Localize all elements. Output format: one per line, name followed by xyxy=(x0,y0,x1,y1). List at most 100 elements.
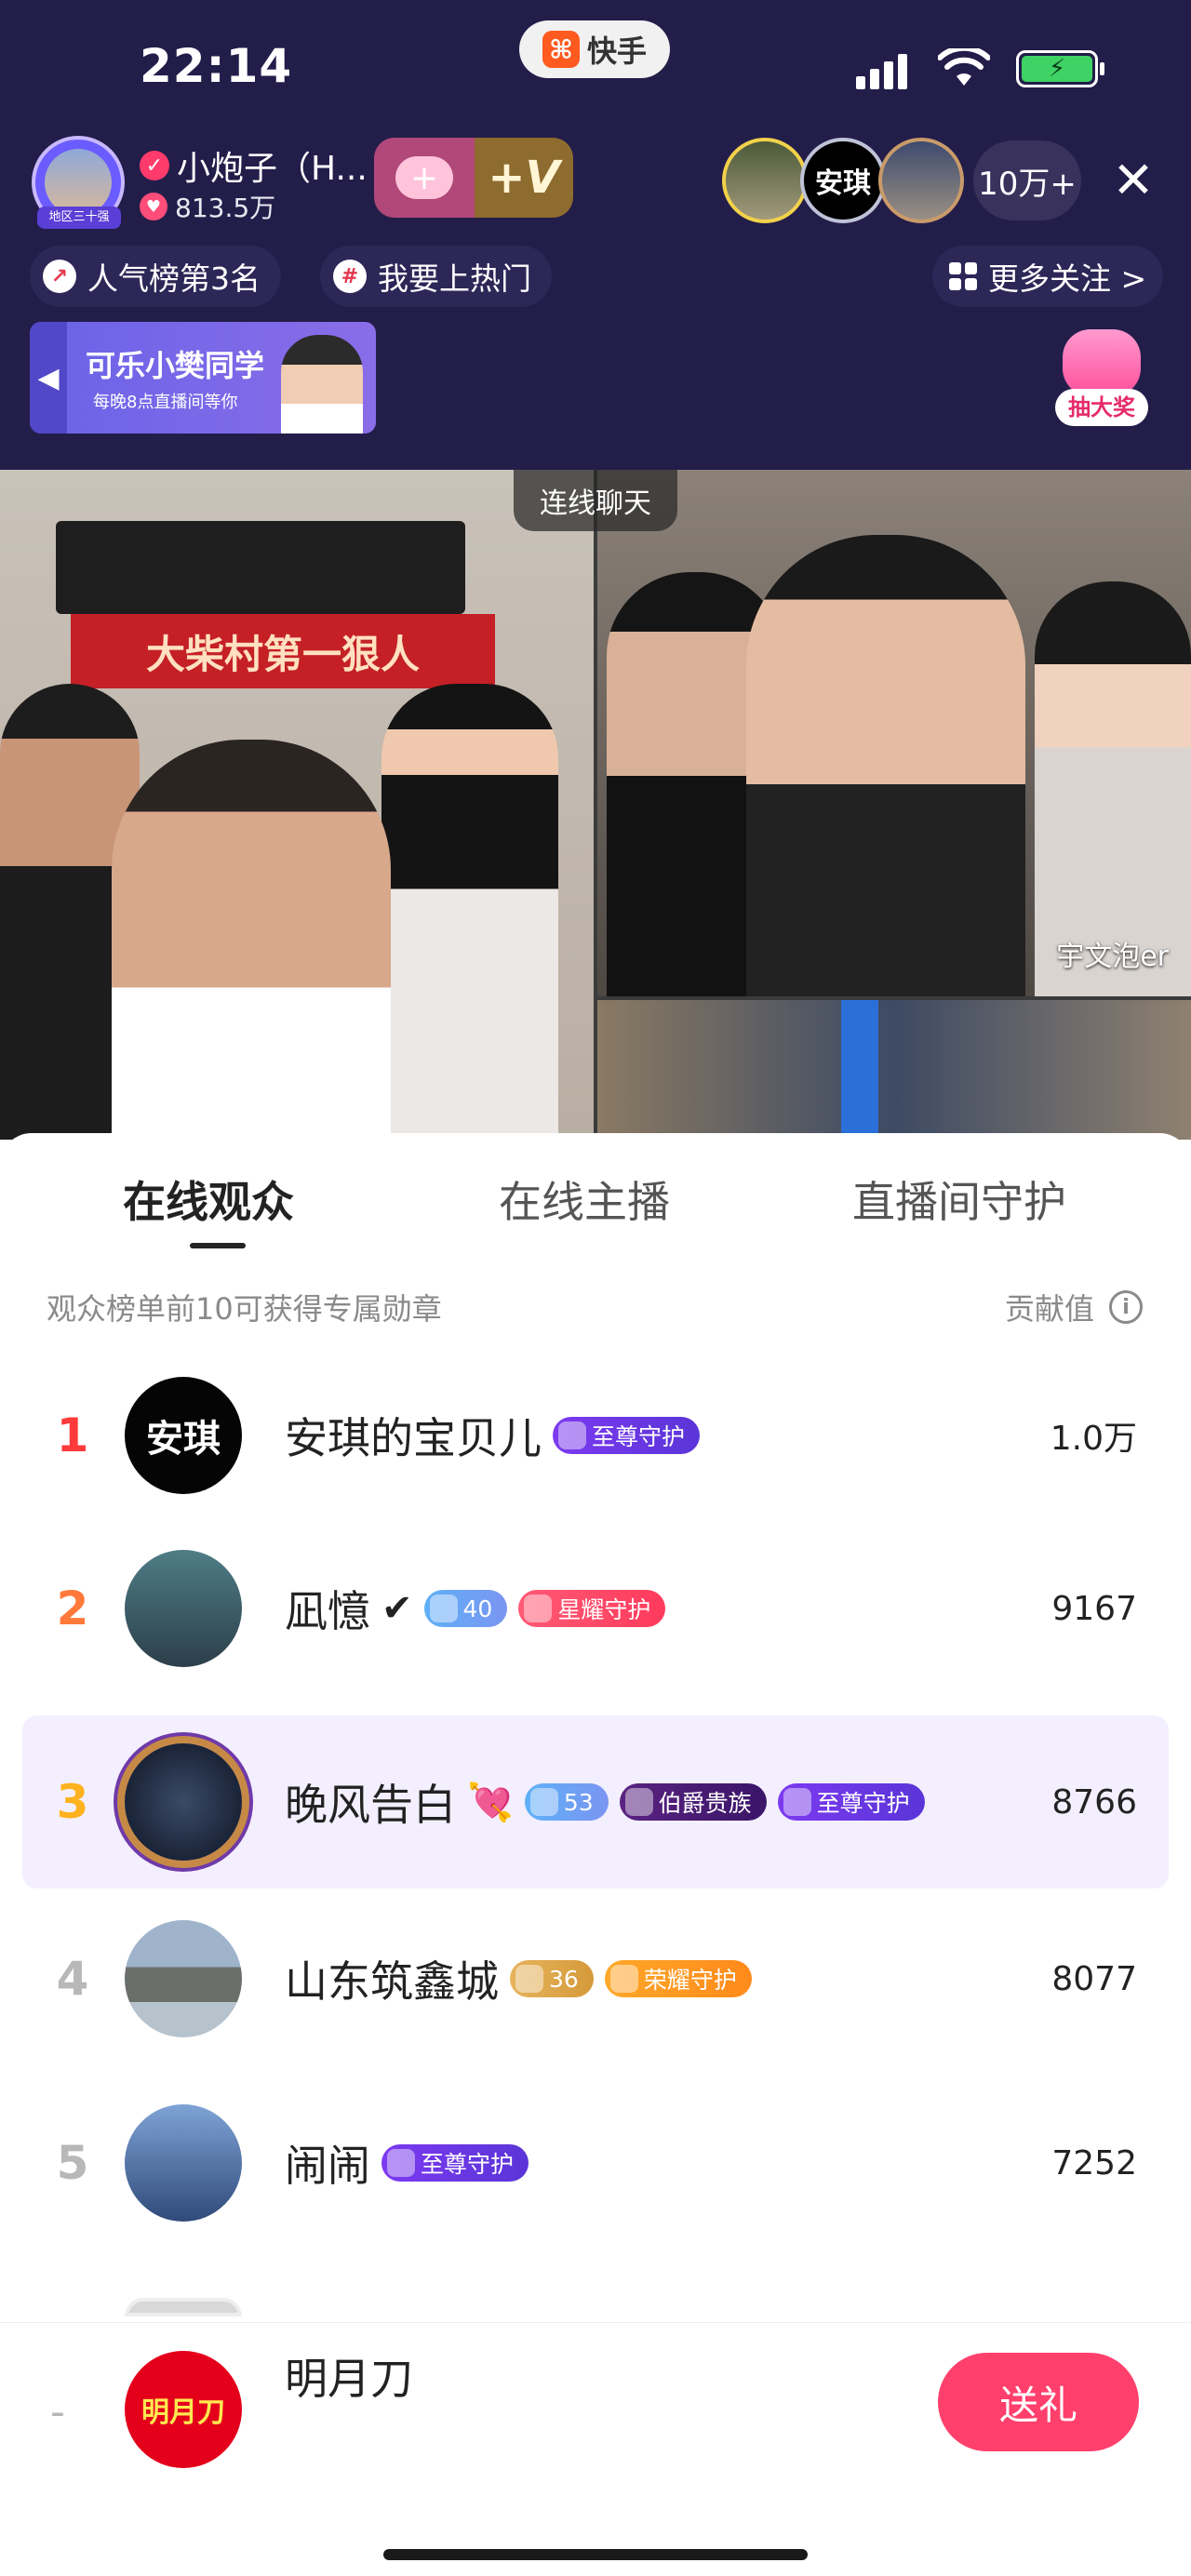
list-item[interactable]: 1 安琪 安琪的宝贝儿 至尊守护 1.0万 xyxy=(22,1349,1169,1522)
link-chat-label[interactable]: 连线聊天 xyxy=(514,470,677,531)
list-item[interactable]: 2 凪憶 ✔ 40 星耀守护 9167 xyxy=(22,1522,1169,1695)
user-name-row: 闹闹 至尊守护 xyxy=(285,2076,529,2249)
level-badge: 40 xyxy=(423,1590,508,1627)
host-rank-tag: 地区三十强 xyxy=(37,207,121,229)
my-avatar[interactable]: 明月刀 xyxy=(125,2351,242,2468)
next-avatar-peek xyxy=(125,2298,242,2316)
my-name: 明月刀 xyxy=(285,2354,413,2404)
contribution-score: 7252 xyxy=(1051,2143,1137,2182)
heart-icon: ♥ xyxy=(140,193,167,220)
viewer-avatar[interactable] xyxy=(722,138,808,223)
user-name-row: 山东筑鑫城 36 荣耀守护 xyxy=(285,1892,752,2065)
guardian-badge: 荣耀守护 xyxy=(604,1960,752,1997)
host-avatar[interactable]: 地区三十强 xyxy=(28,132,130,231)
more-follow-label: 更多关注 > xyxy=(988,260,1147,297)
banner-subtitle: 每晚8点直播间等你 xyxy=(93,393,238,412)
banner-title: 可乐小樊同学 xyxy=(86,348,265,383)
avatar[interactable] xyxy=(125,1920,242,2037)
checkmark-icon: ✔ xyxy=(381,1587,413,1630)
viewer-avatar[interactable]: 安琪 xyxy=(800,138,886,223)
popularity-chip[interactable]: ↗ 人气榜第3名 xyxy=(30,246,281,307)
lottery-button[interactable]: 抽大奖 xyxy=(1050,326,1152,428)
banner-portrait xyxy=(281,335,363,434)
tv-screen xyxy=(56,521,465,614)
top-viewers[interactable]: 安琪 10万+ xyxy=(722,138,1081,223)
host-likes-row: ♥ 813.5万 xyxy=(140,188,275,225)
chevron-left-icon[interactable]: ◀ xyxy=(30,322,67,434)
live-video[interactable]: 大柴村第一狠人 宇文泡er 连线聊天 xyxy=(0,470,1191,1140)
crown-icon xyxy=(558,1421,586,1449)
app-indicator-pill[interactable]: ⌘ 快手 xyxy=(519,20,670,78)
video-pane-guest-2[interactable] xyxy=(597,1000,1191,1140)
video-pane-guest[interactable]: 宇文泡er xyxy=(597,470,1191,996)
person xyxy=(381,684,558,1140)
contribution-score: 1.0万 xyxy=(1050,1420,1137,1458)
audience-sheet: 在线观众 在线主播 直播间守护 观众榜单前10可获得专属勋章 贡献值 i 1 安… xyxy=(0,1133,1191,2576)
hot-label: 我要上热门 xyxy=(378,260,531,297)
tab-online-audience[interactable]: 在线观众 xyxy=(123,1168,294,1230)
my-rank: - xyxy=(50,2388,65,2436)
crown-icon xyxy=(609,1965,638,1993)
popularity-label: 人气榜第3名 xyxy=(87,260,261,297)
list-item[interactable]: 5 闹闹 至尊守护 7252 xyxy=(22,2076,1169,2249)
tab-online-hosts[interactable]: 在线主播 xyxy=(499,1168,670,1230)
hashtag-icon: # xyxy=(333,260,367,293)
host-name: 小炮子（H... xyxy=(177,150,368,188)
info-icon[interactable]: i xyxy=(1109,1290,1143,1324)
user-name: 山东筑鑫城 xyxy=(285,1956,499,2007)
diamond-icon xyxy=(429,1595,458,1622)
avatar[interactable] xyxy=(125,2104,242,2222)
cube-icon xyxy=(515,1965,543,1993)
host-info[interactable]: 地区三十强 ✓ 小炮子（H... ♥ 813.5万 + +V xyxy=(28,132,586,229)
status-bar: 22:14 ⌘ 快手 ⚡ xyxy=(0,0,1191,130)
guardian-badge: 至尊守护 xyxy=(381,2144,529,2182)
contribution-score: 8077 xyxy=(1051,1959,1137,1998)
my-rank-bar: - 明月刀 明月刀 送礼 xyxy=(0,2322,1191,2576)
rank-number: 2 xyxy=(56,1582,89,1635)
heart-arrow-icon: 💘 xyxy=(467,1781,514,1824)
user-name: 闹闹 xyxy=(285,2141,370,2191)
rank-number: 3 xyxy=(56,1775,89,1829)
home-indicator[interactable] xyxy=(383,2549,808,2560)
wifi-icon xyxy=(938,48,990,86)
avatar[interactable] xyxy=(125,1550,242,1667)
viewer-count[interactable]: 10万+ xyxy=(973,140,1081,220)
crown-icon xyxy=(387,2149,415,2177)
vip-button[interactable]: +V xyxy=(475,138,573,218)
cellular-signal-icon xyxy=(856,52,912,89)
more-follow-chip[interactable]: 更多关注 > xyxy=(932,246,1164,307)
gift-box-icon xyxy=(1063,329,1141,396)
person xyxy=(746,535,1025,996)
contribution-score: 8766 xyxy=(1051,1782,1137,1822)
close-icon[interactable]: ✕ xyxy=(1107,154,1159,207)
host-likes: 813.5万 xyxy=(175,193,276,223)
tab-room-guardians[interactable]: 直播间守护 xyxy=(852,1168,1066,1230)
noble-badge: 伯爵贵族 xyxy=(619,1783,767,1821)
promo-banner[interactable]: ◀ 可乐小樊同学 每晚8点直播间等你 xyxy=(30,322,376,434)
contribution-label: 贡献值 xyxy=(1004,1291,1094,1327)
viewer-avatar[interactable] xyxy=(878,138,964,223)
app-name: 快手 xyxy=(586,33,647,69)
user-name-row: 凪憶 ✔ 40 星耀守护 xyxy=(285,1522,666,1695)
live-header: 22:14 ⌘ 快手 ⚡ 地区三十强 ✓ 小炮子（H... ♥ 813.5万 +… xyxy=(0,0,1191,470)
clock: 22:14 xyxy=(140,39,293,93)
ranking-hint: 观众榜单前10可获得专属勋章 xyxy=(47,1291,442,1327)
banner-slogan: 大柴村第一狠人 xyxy=(71,614,495,688)
hot-chip[interactable]: # 我要上热门 xyxy=(320,246,552,307)
avatar[interactable] xyxy=(125,1743,242,1861)
video-pane-main[interactable]: 大柴村第一狠人 xyxy=(0,470,594,1140)
level-badge: 53 xyxy=(524,1783,609,1821)
avatar[interactable]: 安琪 xyxy=(125,1377,242,1494)
crown-icon xyxy=(783,1788,811,1816)
fire-icon: ↗ xyxy=(43,260,76,293)
list-item[interactable]: 3 晚风告白 💘 53 伯爵贵族 至尊守护 8766 xyxy=(22,1715,1169,1889)
contribution-header[interactable]: 贡献值 i xyxy=(1005,1286,1143,1328)
battery-icon: ⚡ xyxy=(1016,50,1104,87)
send-gift-button[interactable]: 送礼 xyxy=(938,2353,1139,2451)
user-name-row: 安琪的宝贝儿 至尊守护 xyxy=(285,1349,701,1522)
list-item[interactable]: 4 山东筑鑫城 36 荣耀守护 8077 xyxy=(22,1892,1169,2065)
rank-number: 4 xyxy=(56,1952,89,2006)
follow-button[interactable]: + xyxy=(374,138,475,218)
verified-icon: ✓ xyxy=(140,151,169,180)
sheet-tabs: 在线观众 在线主播 直播间守护 xyxy=(0,1168,1191,1252)
